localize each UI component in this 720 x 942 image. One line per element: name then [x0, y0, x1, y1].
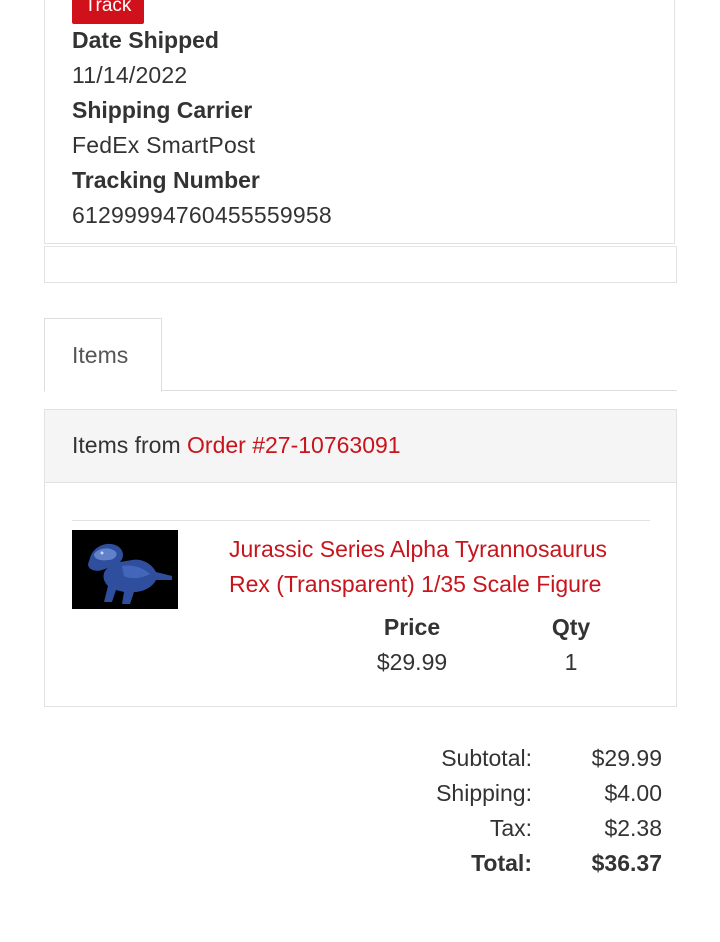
product-title-link[interactable]: Jurassic Series Alpha Tyrannosaurus Rex …	[229, 532, 649, 602]
tab-items[interactable]: Items	[44, 318, 162, 392]
tracking-number-label: Tracking Number	[72, 167, 260, 193]
total-value: $36.37	[591, 850, 662, 876]
shipping-label: Shipping:	[436, 780, 532, 806]
total-label: Total:	[471, 850, 532, 876]
date-shipped-label: Date Shipped	[72, 27, 219, 53]
items-panel-header: Items from Order #27-10763091	[45, 410, 676, 483]
subtotal-value: $29.99	[591, 745, 662, 771]
price-value: $29.99	[376, 649, 448, 675]
items-panel: Items from Order #27-10763091 Jurassic S…	[44, 409, 677, 707]
qty-column-header: Qty	[551, 614, 591, 640]
shipment-card-footer	[44, 246, 677, 283]
item-divider	[72, 520, 650, 521]
tab-items-label: Items	[72, 342, 129, 368]
price-column-header: Price	[383, 614, 441, 640]
tax-value: $2.38	[604, 815, 662, 841]
items-header-text: Items from Order #27-10763091	[72, 432, 401, 459]
tax-label: Tax:	[489, 815, 532, 841]
product-thumbnail[interactable]	[72, 530, 178, 609]
t-rex-figure-image	[72, 530, 178, 609]
order-detail-page: Track Date Shipped 11/14/2022 Shipping C…	[0, 0, 720, 942]
tracking-number-value[interactable]: 61299994760455559958	[72, 202, 332, 229]
subtotal-label: Subtotal:	[441, 745, 532, 771]
shipping-value: $4.00	[604, 780, 662, 806]
items-header-prefix: Items from	[72, 432, 188, 458]
date-shipped-value: 11/14/2022	[72, 62, 188, 88]
track-button[interactable]: Track	[72, 0, 144, 24]
qty-value: 1	[564, 649, 578, 675]
shipping-carrier-label: Shipping Carrier	[72, 97, 253, 123]
order-number-link[interactable]: Order #27-10763091	[187, 432, 401, 458]
shipping-carrier-value: FedEx SmartPost	[72, 132, 256, 158]
